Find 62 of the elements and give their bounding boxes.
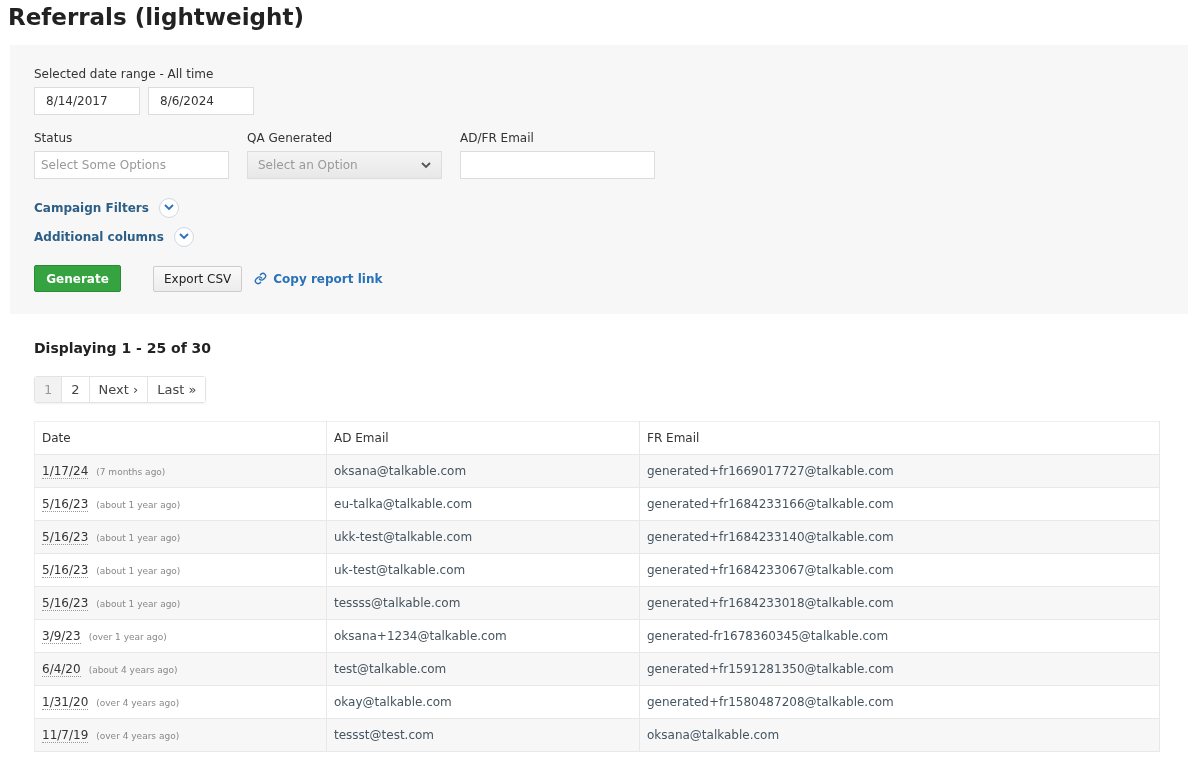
relative-time: (over 4 years ago) xyxy=(96,731,180,741)
chevron-down-icon xyxy=(178,233,189,240)
copy-report-link[interactable]: Copy report link xyxy=(254,271,383,286)
column-header: AD Email xyxy=(326,421,640,455)
section-toggle[interactable]: Additional columns xyxy=(34,229,164,244)
table-cell: tessst@test.com xyxy=(326,718,640,752)
table-cell: generated+fr1669017727@talkable.com xyxy=(639,454,1160,488)
table-cell: oksana@talkable.com xyxy=(639,718,1160,752)
chevron-down-icon xyxy=(421,161,431,169)
table-cell: generated+fr1684233018@talkable.com xyxy=(639,586,1160,620)
results-summary: Displaying 1 - 25 of 30 xyxy=(34,340,213,356)
start-date-field[interactable]: 8/14/2017 xyxy=(34,87,140,115)
table-cell: generated+fr1580487208@talkable.com xyxy=(639,685,1160,719)
column-header: Date xyxy=(34,421,327,455)
page-link[interactable]: Next › xyxy=(89,377,149,402)
page-link[interactable]: Last » xyxy=(148,377,206,402)
column-header: FR Email xyxy=(639,421,1160,455)
link-icon xyxy=(254,272,268,285)
table-cell: oksana@talkable.com xyxy=(326,454,640,488)
table-cell: generated+fr1591281350@talkable.com xyxy=(639,652,1160,686)
email-field[interactable] xyxy=(460,151,655,179)
relative-time: (about 1 year ago) xyxy=(96,500,181,510)
relative-time: (about 4 years ago) xyxy=(88,665,178,675)
date-range-label: Selected date range - All time xyxy=(34,67,215,81)
table-cell: uk-test@talkable.com xyxy=(326,553,640,587)
table-cell: test@talkable.com xyxy=(326,652,640,686)
expand-toggle[interactable] xyxy=(158,197,179,218)
table-cell: generated+fr1684233140@talkable.com xyxy=(639,520,1160,554)
field-label: AD/FR Email xyxy=(460,131,535,145)
expand-toggle[interactable] xyxy=(173,226,194,247)
date-text: 5/16/23 xyxy=(42,497,89,512)
chevron-down-icon xyxy=(163,204,174,211)
relative-time: (about 1 year ago) xyxy=(96,533,181,543)
table-cell: ukk-test@talkable.com xyxy=(326,520,640,554)
generate-button[interactable]: Generate xyxy=(34,265,121,292)
field-label: Status xyxy=(34,131,74,145)
relative-time: (7 months ago) xyxy=(96,467,166,477)
table-cell: okay@talkable.com xyxy=(326,685,640,719)
date-text: 3/9/23 xyxy=(42,629,81,644)
date-text: 1/17/24 xyxy=(42,464,89,479)
relative-time: (about 1 year ago) xyxy=(96,599,181,609)
field-label: QA Generated xyxy=(247,131,334,145)
table-cell: tessss@talkable.com xyxy=(326,586,640,620)
page-title: Referrals (lightweight) xyxy=(7,3,305,32)
relative-time: (over 1 year ago) xyxy=(88,632,167,642)
date-text: 5/16/23 xyxy=(42,530,89,545)
date-text: 5/16/23 xyxy=(42,596,89,611)
date-text: 6/4/20 xyxy=(42,662,81,677)
date-text: 11/7/19 xyxy=(42,728,89,743)
table-cell: oksana+1234@talkable.com xyxy=(326,619,640,653)
page-link[interactable]: 2 xyxy=(62,377,90,402)
export-csv-button[interactable]: Export CSV xyxy=(153,265,243,292)
date-text: 1/31/20 xyxy=(42,695,89,710)
date-text: 5/16/23 xyxy=(42,563,89,578)
table-cell: generated+fr1684233166@talkable.com xyxy=(639,487,1160,521)
end-date-field[interactable]: 8/6/2024 xyxy=(148,87,254,115)
table-cell: generated-fr1678360345@talkable.com xyxy=(639,619,1160,653)
table-cell: generated+fr1684233067@talkable.com xyxy=(639,553,1160,587)
table-cell: eu-talka@talkable.com xyxy=(326,487,640,521)
relative-time: (about 1 year ago) xyxy=(96,566,181,576)
relative-time: (over 4 years ago) xyxy=(96,698,180,708)
section-toggle[interactable]: Campaign Filters xyxy=(34,200,149,215)
